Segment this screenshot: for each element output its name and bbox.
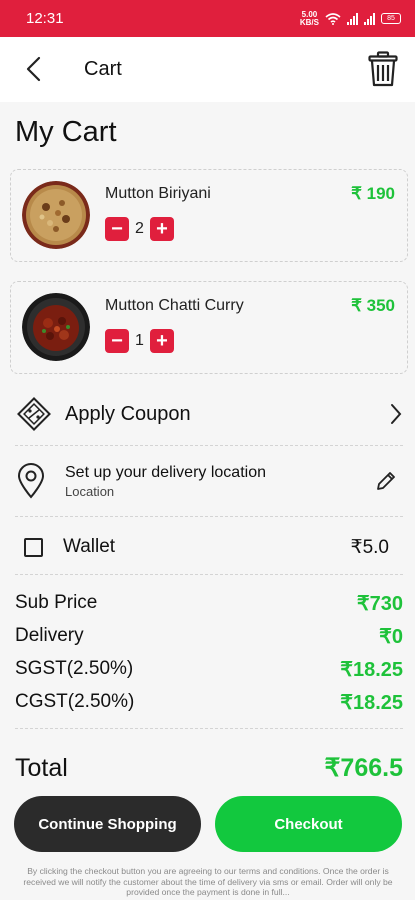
terms-note: By clicking the checkout button you are … xyxy=(23,866,393,897)
biriyani-image xyxy=(22,181,90,249)
summary-row-sgst: SGST(2.50%) ₹18.25 xyxy=(15,654,403,684)
divider xyxy=(15,728,403,729)
status-time: 12:31 xyxy=(26,10,64,27)
summary-label: SGST(2.50%) xyxy=(15,658,134,679)
battery-level: 85 xyxy=(387,15,395,22)
page-title: My Cart xyxy=(15,116,117,148)
network-speed: 5.00 KB/S xyxy=(299,9,319,27)
summary-value: ₹730 xyxy=(356,592,403,615)
decrease-qty-button[interactable]: − xyxy=(105,329,129,353)
wallet-label: Wallet xyxy=(63,536,116,557)
summary-row-sub-price: Sub Price ₹730 xyxy=(15,588,403,618)
pencil-edit-icon[interactable] xyxy=(375,470,397,492)
apply-coupon-row[interactable]: Apply Coupon xyxy=(15,392,403,436)
delivery-location-row[interactable]: Set up your delivery location Location xyxy=(15,456,403,506)
wallet-row: Wallet ₹5.0 xyxy=(15,532,403,562)
total-label: Total xyxy=(15,753,68,782)
location-pin-icon xyxy=(17,463,45,499)
app-bar: Cart xyxy=(0,37,415,102)
wallet-checkbox[interactable] xyxy=(24,537,43,557)
quantity-value: 2 xyxy=(135,220,144,237)
summary-row-cgst: CGST(2.50%) ₹18.25 xyxy=(15,687,403,717)
divider xyxy=(15,445,403,446)
decrease-qty-button[interactable]: − xyxy=(105,217,129,241)
summary-label: CGST(2.50%) xyxy=(15,691,135,712)
back-arrow-icon[interactable] xyxy=(22,55,48,83)
wallet-amount: ₹5.0 xyxy=(350,536,389,558)
cart-item-mutton-chatti-curry: Mutton Chatti Curry ₹ 350 − 1 + xyxy=(10,281,408,374)
quantity-stepper: − 2 + xyxy=(105,217,174,241)
divider xyxy=(15,516,403,517)
summary-value: ₹18.25 xyxy=(340,691,403,714)
summary-value: ₹18.25 xyxy=(340,658,403,681)
cart-item-name: Mutton Biriyani xyxy=(105,185,211,202)
cart-content: My Cart Mutton Biriyani ₹ 190 − 2 + Mutt… xyxy=(0,102,415,900)
cart-item-price: ₹ 350 xyxy=(351,296,395,315)
divider xyxy=(15,574,403,575)
location-title: Set up your delivery location xyxy=(65,463,266,481)
quantity-value: 1 xyxy=(135,332,144,349)
coupon-tag-icon xyxy=(17,397,51,431)
increase-qty-button[interactable]: + xyxy=(150,329,174,353)
app-bar-title: Cart xyxy=(84,58,122,80)
location-texts: Set up your delivery location Location xyxy=(65,464,266,499)
status-bar: 12:31 5.00 KB/S 85 xyxy=(0,0,415,37)
signal-bars-2-icon xyxy=(364,12,375,25)
chevron-right-icon xyxy=(391,404,402,424)
summary-value: ₹0 xyxy=(379,625,403,648)
location-subtitle: Location xyxy=(65,483,115,499)
summary-row-delivery: Delivery ₹0 xyxy=(15,621,403,651)
status-icons: 5.00 KB/S 85 xyxy=(299,9,401,27)
battery-icon: 85 xyxy=(381,13,401,24)
curry-image xyxy=(22,293,90,361)
increase-qty-button[interactable]: + xyxy=(150,217,174,241)
cart-item-price: ₹ 190 xyxy=(351,184,395,203)
quantity-stepper: − 1 + xyxy=(105,329,174,353)
cart-item-mutton-biriyani: Mutton Biriyani ₹ 190 − 2 + xyxy=(10,169,408,262)
total-value: ₹766.5 xyxy=(324,754,403,782)
apply-coupon-label: Apply Coupon xyxy=(65,402,191,425)
continue-shopping-button[interactable]: Continue Shopping xyxy=(14,796,201,852)
signal-bars-1-icon xyxy=(347,12,358,25)
summary-label: Sub Price xyxy=(15,592,98,613)
wifi-icon xyxy=(325,12,341,25)
summary-label: Delivery xyxy=(15,625,84,646)
trash-icon[interactable] xyxy=(368,51,398,87)
checkout-button[interactable]: Checkout xyxy=(215,796,402,852)
total-row: Total ₹766.5 xyxy=(15,750,403,786)
cart-item-name: Mutton Chatti Curry xyxy=(105,297,244,314)
